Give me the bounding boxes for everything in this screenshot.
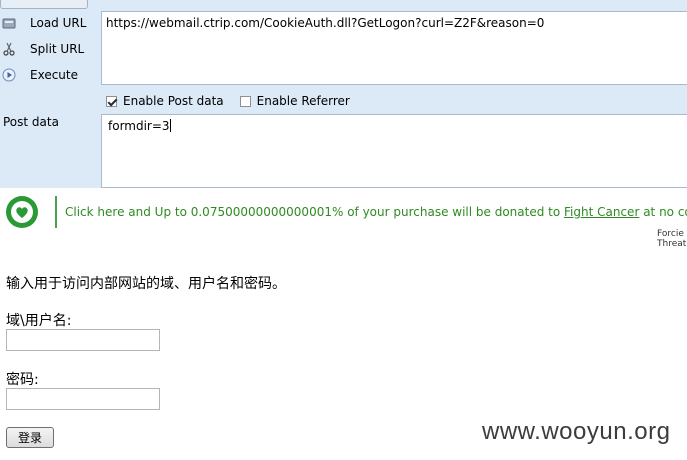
split-url-label: Split URL xyxy=(30,42,85,56)
heart-icon[interactable] xyxy=(6,196,38,228)
play-icon xyxy=(2,68,16,82)
username-input[interactable] xyxy=(6,329,160,351)
text-caret xyxy=(169,119,171,132)
post-data-value: formdir=3 xyxy=(108,119,170,133)
login-button[interactable]: 登录 xyxy=(6,427,54,448)
options-row: Enable Post data Enable Referrer xyxy=(106,92,350,110)
post-data-textarea[interactable]: formdir=3 xyxy=(101,114,687,188)
execute-label: Execute xyxy=(30,68,78,82)
url-textarea[interactable]: https://webmail.ctrip.com/CookieAuth.dll… xyxy=(101,11,687,85)
enable-referrer-checkbox[interactable] xyxy=(239,95,251,107)
fight-cancer-link[interactable]: Fight Cancer xyxy=(564,205,639,219)
corner-line-2: Threat M xyxy=(657,239,687,249)
banner-text-before: Click here and Up to 0.07500000000000001… xyxy=(65,205,565,219)
enable-post-label[interactable]: Enable Post data xyxy=(123,94,224,108)
watermark: www.wooyun.org xyxy=(482,418,671,445)
load-url-button[interactable]: Load URL xyxy=(2,12,98,34)
login-prompt: 输入用于访问内部网站的域、用户名和密码。 xyxy=(6,276,286,292)
corner-logo-text: ForcieThreat M xyxy=(657,229,687,249)
load-url-icon xyxy=(2,16,16,30)
username-label: 域\用户名: xyxy=(6,313,72,329)
banner-text-after: at no cost to you xyxy=(643,205,687,219)
enable-referrer-label[interactable]: Enable Referrer xyxy=(257,94,350,108)
banner-divider xyxy=(55,196,57,228)
corner-line-1: Forcie xyxy=(657,229,684,239)
split-url-button[interactable]: Split URL xyxy=(2,38,98,60)
execute-button[interactable]: Execute xyxy=(2,64,98,86)
scissors-icon xyxy=(2,42,16,56)
enable-post-checkbox[interactable] xyxy=(106,95,117,107)
password-label: 密码: xyxy=(6,372,39,388)
post-data-label: Post data xyxy=(3,115,59,129)
donation-banner-text[interactable]: Click here and Up to 0.07500000000000001… xyxy=(65,205,687,219)
load-url-label: Load URL xyxy=(30,16,87,30)
password-input[interactable] xyxy=(6,388,160,410)
toolbar-button-remnant[interactable] xyxy=(0,0,88,9)
